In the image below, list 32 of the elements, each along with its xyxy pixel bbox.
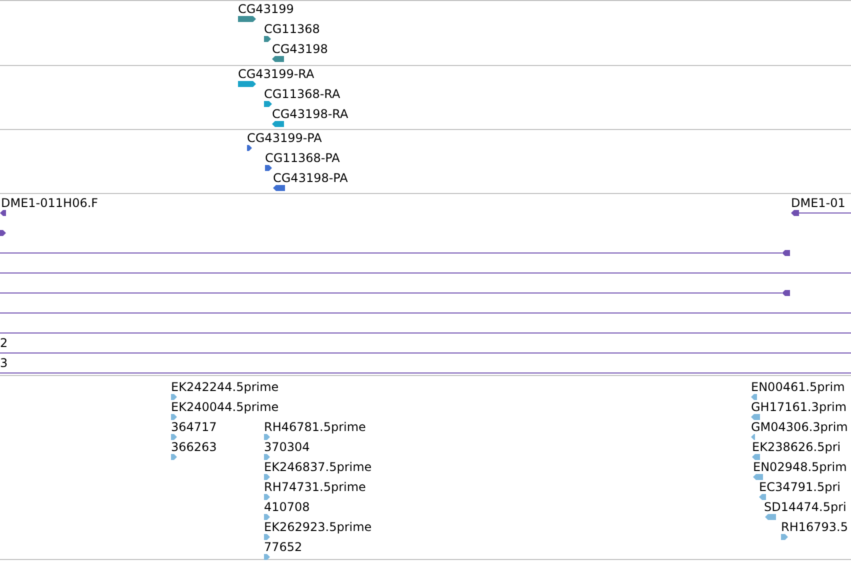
feature-label: RH74731.5prime xyxy=(264,480,366,494)
feature-label: 3 xyxy=(0,356,8,370)
feature-label: EN02948.5prim xyxy=(753,460,847,474)
feature-label: 77652 xyxy=(264,540,302,554)
feature-label: CG11368 xyxy=(264,22,320,36)
feature-label: EN00461.5prim xyxy=(751,380,845,394)
feature-label: CG43198-RA xyxy=(272,107,348,121)
feature-label: DME1-011H06.F xyxy=(1,196,98,210)
feature-label: DME1-01 xyxy=(791,196,846,210)
feature-label: CG43198-PA xyxy=(273,171,348,185)
feature-label: 366263 xyxy=(171,440,217,454)
feature-label: EK262923.5prime xyxy=(264,520,372,534)
feature-label: EK240044.5prime xyxy=(171,400,279,414)
feature-label: 2 xyxy=(0,336,8,350)
feature-label: CG11368-PA xyxy=(265,151,340,165)
feature-label: 410708 xyxy=(264,500,310,514)
feature-label: CG43198 xyxy=(272,42,328,56)
feature-label: SD14474.5pri xyxy=(764,500,846,514)
feature-label: RH16793.5 xyxy=(781,520,848,534)
feature-label: CG43199-RA xyxy=(238,67,314,81)
feature-label: CG43199 xyxy=(238,2,294,16)
feature-label: EK238626.5pri xyxy=(752,440,841,454)
feature-label: EC34791.5pri xyxy=(759,480,840,494)
feature-label: GM04306.3prim xyxy=(751,420,848,434)
feature-label: 364717 xyxy=(171,420,217,434)
feature-label: 370304 xyxy=(264,440,310,454)
feature-label: GH17161.3prim xyxy=(751,400,847,414)
feature-label: EK246837.5prime xyxy=(264,460,372,474)
feature-label: CG11368-RA xyxy=(264,87,340,101)
feature-label: EK242244.5prime xyxy=(171,380,279,394)
feature-label: CG43199-PA xyxy=(247,131,322,145)
feature-label: RH46781.5prime xyxy=(264,420,366,434)
